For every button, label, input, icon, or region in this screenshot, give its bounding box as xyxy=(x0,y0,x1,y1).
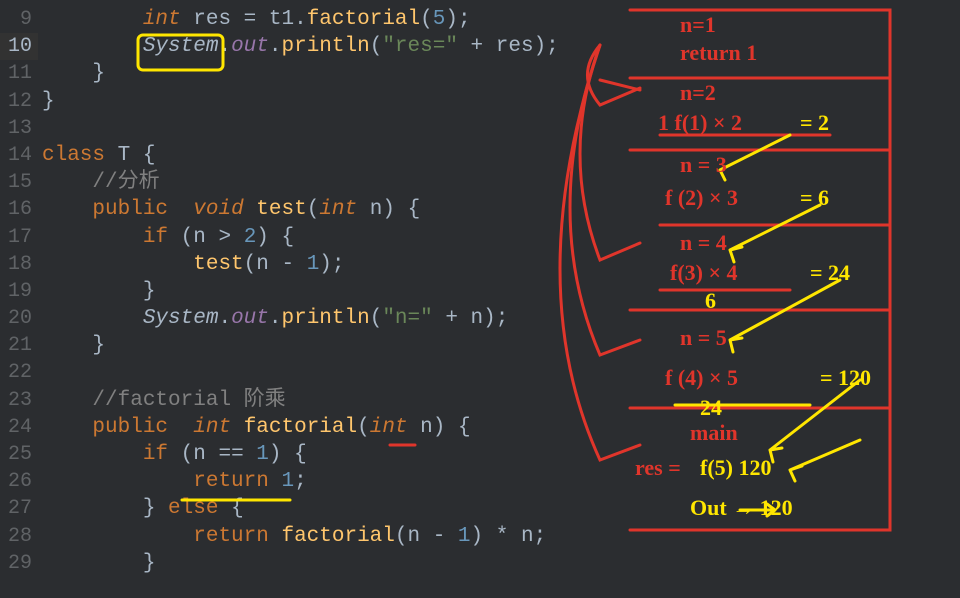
line-number: 16 xyxy=(0,196,38,223)
line-number: 25 xyxy=(0,441,38,468)
code-line: System.out.println("res=" + res); xyxy=(42,33,960,60)
annotation-text: res = xyxy=(635,455,681,481)
annotation-text: f (2) × 3 xyxy=(665,185,738,211)
line-number: 27 xyxy=(0,495,38,522)
annotation-text: n=1 xyxy=(680,12,716,38)
line-number: 13 xyxy=(0,115,38,142)
line-number: 28 xyxy=(0,523,38,550)
code-line: } xyxy=(42,60,960,87)
annotation-text: 6 xyxy=(705,288,716,314)
annotation-text: 24 xyxy=(700,395,722,421)
code-line: if (n == 1) { xyxy=(42,441,960,468)
annotation-text: n=2 xyxy=(680,80,716,106)
annotation-text: 1 f(1) × 2 xyxy=(658,110,742,136)
code-line: return factorial(n - 1) * n; xyxy=(42,523,960,550)
annotation-text: n = 3 xyxy=(680,152,727,178)
code-line: if (n > 2) { xyxy=(42,224,960,251)
line-number: 26 xyxy=(0,468,38,495)
line-number: 15 xyxy=(0,169,38,196)
line-number: 11 xyxy=(0,60,38,87)
code-line: class T { xyxy=(42,142,960,169)
line-number: 17 xyxy=(0,224,38,251)
annotation-text: n = 4 xyxy=(680,230,727,256)
annotation-text: return 1 xyxy=(680,40,757,66)
line-number: 21 xyxy=(0,332,38,359)
line-number: 10 xyxy=(0,33,38,60)
line-number-gutter: 9 10 11 12 13 14 15 16 17 18 19 20 21 22… xyxy=(0,0,38,598)
code-line: System.out.println("n=" + n); xyxy=(42,305,960,332)
code-line: return 1; xyxy=(42,468,960,495)
annotation-text: f(5) 120 xyxy=(700,455,771,481)
annotation-text: f (4) × 5 xyxy=(665,365,738,391)
annotation-text: = 6 xyxy=(800,185,829,211)
annotation-text: = 24 xyxy=(810,260,850,286)
line-number: 14 xyxy=(0,142,38,169)
line-number: 9 xyxy=(0,6,38,33)
line-number: 12 xyxy=(0,88,38,115)
line-number: 29 xyxy=(0,550,38,577)
annotation-text: n = 5 xyxy=(680,325,727,351)
line-number: 24 xyxy=(0,414,38,441)
code-line: } xyxy=(42,550,960,577)
annotation-text: = 2 xyxy=(800,110,829,136)
code-line: } xyxy=(42,332,960,359)
line-number: 22 xyxy=(0,359,38,386)
annotation-text: f(3) × 4 xyxy=(670,260,738,286)
line-number: 18 xyxy=(0,251,38,278)
annotation-text: = 120 xyxy=(820,365,871,391)
line-number: 20 xyxy=(0,305,38,332)
code-line: } else { xyxy=(42,495,960,522)
code-area[interactable]: int res = t1.factorial(5); System.out.pr… xyxy=(38,0,960,598)
line-number: 19 xyxy=(0,278,38,305)
code-line: int res = t1.factorial(5); xyxy=(42,6,960,33)
annotation-text: Out → 120 xyxy=(690,495,793,521)
code-line: public int factorial(int n) { xyxy=(42,414,960,441)
annotation-text: main xyxy=(690,420,738,446)
code-editor[interactable]: 9 10 11 12 13 14 15 16 17 18 19 20 21 22… xyxy=(0,0,960,598)
line-number: 23 xyxy=(0,387,38,414)
